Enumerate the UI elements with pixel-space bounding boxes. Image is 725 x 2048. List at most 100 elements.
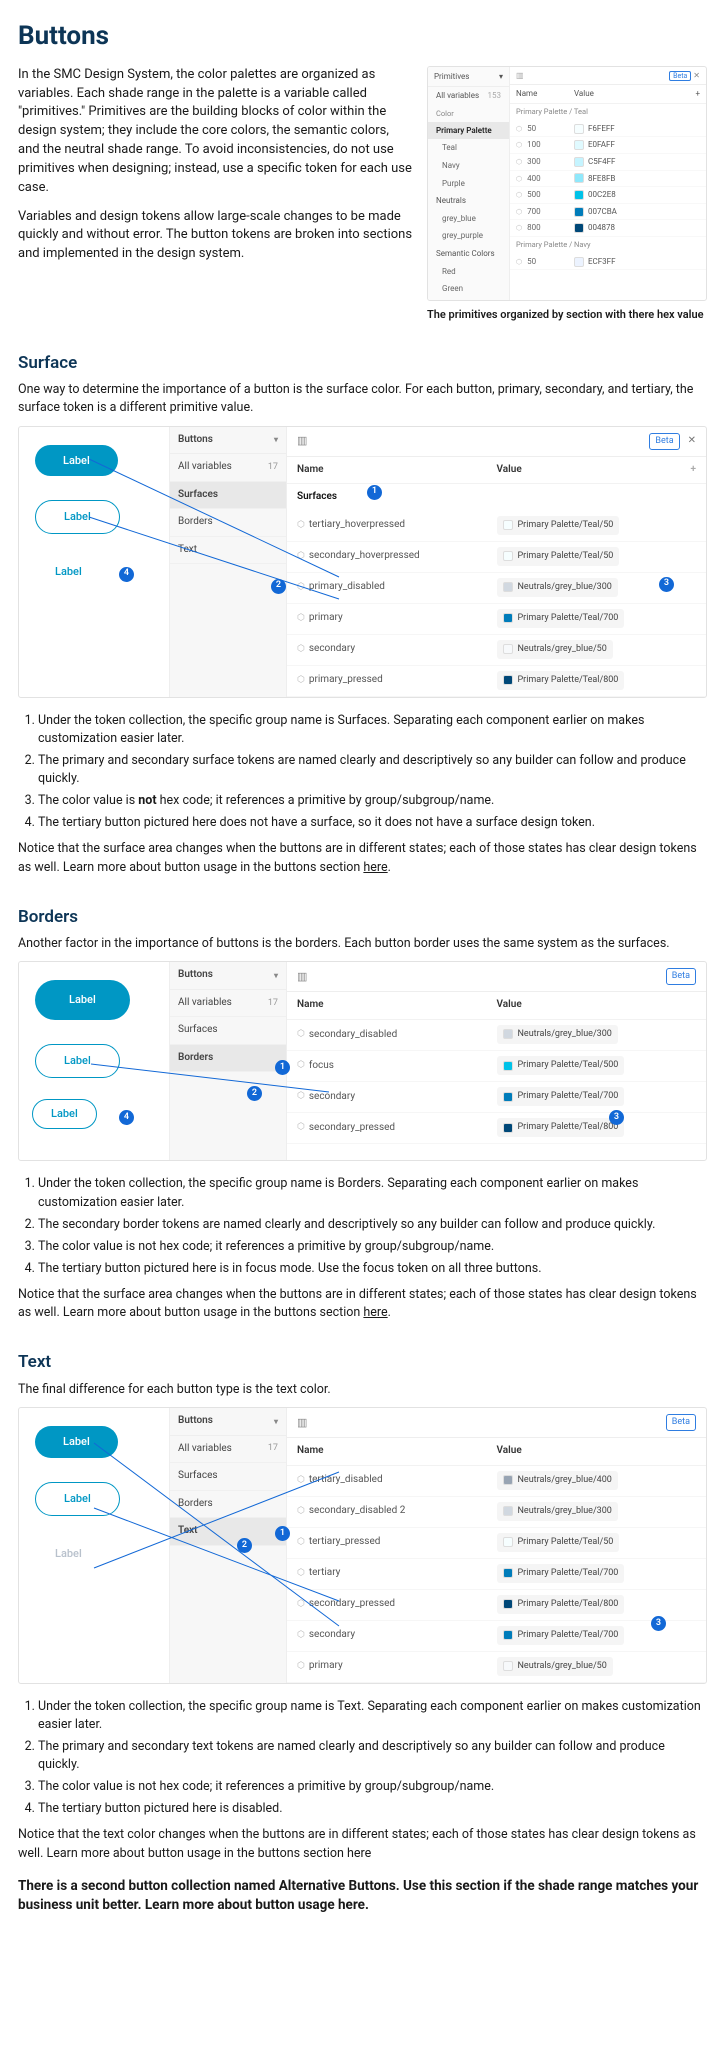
collection-dropdown[interactable]: Buttons <box>178 1414 213 1429</box>
primary-button-example[interactable]: Label <box>35 445 118 477</box>
primitive-row[interactable]: 300C5F4FF <box>510 154 706 171</box>
primary-button-example[interactable]: Label <box>35 1426 118 1458</box>
borders-panel: Label Label Label Buttons ▾ All variables… <box>18 961 707 1161</box>
sidebar-item-red[interactable]: Red <box>428 263 509 281</box>
token-row[interactable]: secondaryNeutrals/grey_blue/50 <box>287 635 706 666</box>
primitive-row[interactable]: 4008FE8FB <box>510 171 706 188</box>
close-icon[interactable]: ✕ <box>688 434 696 449</box>
sidebar-text[interactable]: Text <box>170 1518 286 1546</box>
text-followup: Notice that the text color changes when … <box>18 1826 707 1862</box>
surface-panel: Label Label Label Buttons ▾ All variables… <box>18 426 707 698</box>
token-row[interactable]: secondary_pressedPrimary Palette/Teal/80… <box>287 1590 706 1621</box>
borders-notes: Under the token collection, the specific… <box>38 1175 707 1278</box>
col-value: Value <box>497 998 697 1013</box>
tertiary-button-example[interactable]: Label <box>35 558 102 586</box>
sidebar-all-variables[interactable]: All variables17 <box>170 990 286 1018</box>
beta-badge: Beta <box>666 968 696 985</box>
sidebar-item-neutrals[interactable]: Neutrals <box>428 192 509 210</box>
token-row[interactable]: focusPrimary Palette/Teal/500 <box>287 1051 706 1082</box>
close-icon[interactable]: ✕ <box>693 71 700 80</box>
sidebar-surfaces[interactable]: Surfaces <box>170 1463 286 1491</box>
sidebar-borders[interactable]: Borders <box>170 1045 286 1073</box>
borders-followup: Notice that the surface area changes whe… <box>18 1286 707 1322</box>
secondary-button-example[interactable]: Label <box>35 500 120 534</box>
col-name: Name <box>516 88 574 100</box>
secondary-button-example[interactable]: Label <box>35 1482 120 1516</box>
callout-3: 3 <box>659 577 674 592</box>
sidebar-item-grey-purple[interactable]: grey_purple <box>428 227 509 245</box>
sidebar-all-variables[interactable]: All variables17 <box>170 454 286 482</box>
token-row[interactable]: tertiary_hoverpressedPrimary Palette/Tea… <box>287 511 706 542</box>
primitive-row[interactable]: 700007CBA <box>510 204 706 221</box>
sidebar-item-yellow[interactable]: Yellow <box>428 298 509 301</box>
secondary-button-example[interactable]: Label <box>35 1044 120 1078</box>
surface-notes: Under the token collection, the specific… <box>38 712 707 833</box>
plus-icon[interactable]: + <box>691 463 697 478</box>
sidebar-category-color: Color <box>428 105 509 122</box>
borders-lead: Another factor in the importance of butt… <box>18 935 707 953</box>
token-row[interactable]: secondary_pressedPrimary Palette/Teal/80… <box>287 1113 706 1144</box>
callout-2: 2 <box>237 1538 252 1553</box>
callout-1: 1 <box>367 485 382 500</box>
collection-dropdown[interactable]: Buttons <box>178 433 213 448</box>
plus-icon[interactable]: + <box>695 88 700 100</box>
primitives-panel: Primitives▾ All variables153 Color Prima… <box>427 66 707 301</box>
beta-badge: Beta <box>666 1414 696 1431</box>
sidebar-item-purple[interactable]: Purple <box>428 175 509 193</box>
token-row[interactable]: secondary_hoverpressedPrimary Palette/Te… <box>287 542 706 573</box>
callout-1: 1 <box>275 1526 290 1541</box>
sidebar-item-navy[interactable]: Navy <box>428 157 509 175</box>
callout-2: 2 <box>271 579 286 594</box>
beta-badge: Beta <box>669 71 691 81</box>
primitives-dropdown[interactable]: Primitives <box>434 71 469 83</box>
chevron-down-icon: ▾ <box>274 434 278 446</box>
col-name: Name <box>297 998 497 1013</box>
tertiary-button-focused[interactable]: Label <box>35 1102 94 1126</box>
primary-button-example[interactable]: Label <box>35 980 130 1020</box>
text-notes: Under the token collection, the specific… <box>38 1698 707 1819</box>
token-row[interactable]: tertiary_pressedPrimary Palette/Teal/50 <box>287 1528 706 1559</box>
callout-3: 3 <box>651 1616 666 1631</box>
chevron-down-icon: ▾ <box>274 970 278 982</box>
text-heading: Text <box>18 1350 707 1375</box>
primitives-caption: The primitives organized by section with… <box>427 307 707 323</box>
sidebar-borders[interactable]: Borders <box>170 1491 286 1519</box>
primitive-row[interactable]: 50F6FEFF <box>510 121 706 138</box>
token-row[interactable]: secondaryPrimary Palette/Teal/700 <box>287 1082 706 1113</box>
sidebar-item-all-variables[interactable]: All variables153 <box>428 87 509 105</box>
token-row[interactable]: primaryPrimary Palette/Teal/700 <box>287 604 706 635</box>
col-value: Value <box>497 463 691 478</box>
here-link[interactable]: here <box>363 1305 387 1320</box>
sidebar-item-grey-blue[interactable]: grey_blue <box>428 210 509 228</box>
col-name: Name <box>297 463 497 478</box>
token-row[interactable]: primaryNeutrals/grey_blue/50 <box>287 1652 706 1683</box>
borders-heading: Borders <box>18 905 707 930</box>
sidebar-borders[interactable]: Borders <box>170 509 286 537</box>
col-value: Value <box>497 1444 697 1459</box>
sidebar-item-semantic-colors[interactable]: Semantic Colors <box>428 245 509 263</box>
primitive-row[interactable]: 800004878 <box>510 220 706 237</box>
sidebar-text[interactable]: Text <box>170 537 286 565</box>
sidebar-item-green[interactable]: Green <box>428 280 509 298</box>
token-row[interactable]: tertiary_disabledNeutrals/grey_blue/400 <box>287 1466 706 1497</box>
token-row[interactable]: secondary_disabledNeutrals/grey_blue/300 <box>287 1020 706 1051</box>
token-row[interactable]: secondaryPrimary Palette/Teal/700 <box>287 1621 706 1652</box>
primitive-row[interactable]: 50000C2E8 <box>510 187 706 204</box>
sidebar-item-primary-palette[interactable]: Primary Palette <box>428 122 509 140</box>
sidebar-item-teal[interactable]: Teal <box>428 139 509 157</box>
token-row[interactable]: tertiaryPrimary Palette/Teal/700 <box>287 1559 706 1590</box>
primitive-row[interactable]: 100E0FAFF <box>510 137 706 154</box>
chevron-down-icon: ▾ <box>274 1416 278 1428</box>
primitive-row[interactable]: 50ECF3FF <box>510 254 706 271</box>
surface-lead: One way to determine the importance of a… <box>18 381 707 417</box>
here-link[interactable]: here <box>363 860 387 875</box>
sidebar-surfaces[interactable]: Surfaces <box>170 482 286 510</box>
token-row[interactable]: secondary_disabled 2Neutrals/grey_blue/3… <box>287 1497 706 1528</box>
token-row[interactable]: primary_disabledNeutrals/grey_blue/300 <box>287 573 706 604</box>
collection-dropdown[interactable]: Buttons <box>178 968 213 983</box>
token-row[interactable]: primary_pressedPrimary Palette/Teal/800 <box>287 666 706 697</box>
group-heading-navy: Primary Palette / Navy <box>510 237 706 254</box>
callout-4: 4 <box>119 567 134 582</box>
sidebar-all-variables[interactable]: All variables17 <box>170 1436 286 1464</box>
sidebar-surfaces[interactable]: Surfaces <box>170 1017 286 1045</box>
